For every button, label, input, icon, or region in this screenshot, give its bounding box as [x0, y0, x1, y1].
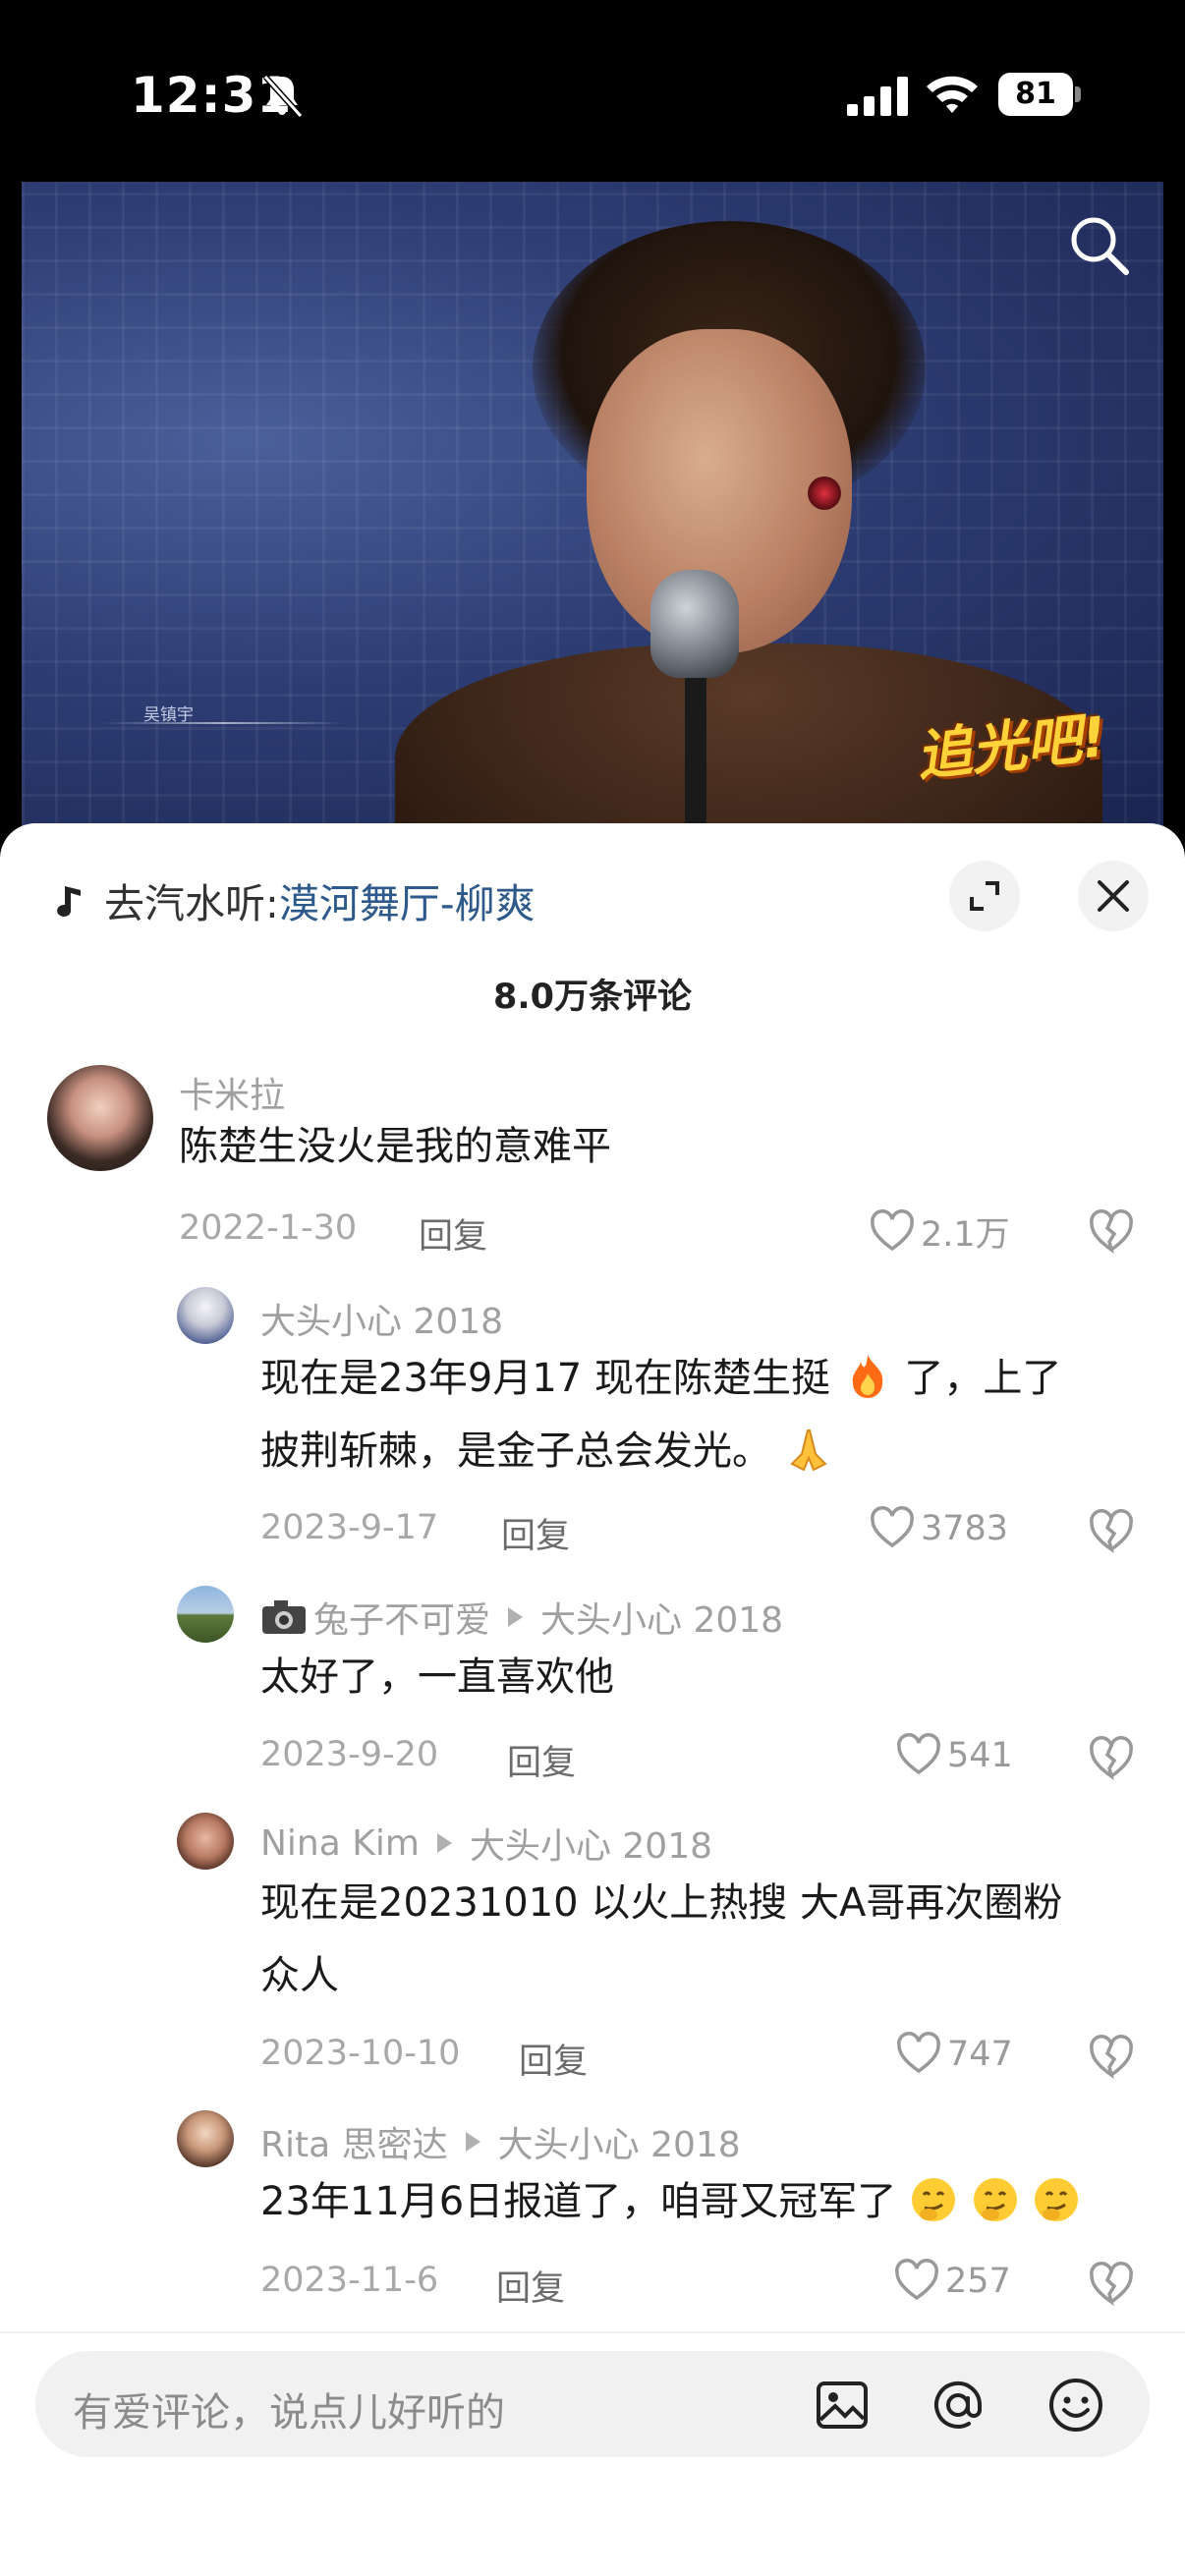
- video-player[interactable]: 吴镇宇 追光吧!: [22, 182, 1163, 830]
- comment-sheet: 去汽水听: 漠河舞厅-柳爽 8.0万条评论 卡米拉 陈楚生没火是我的意难平 20…: [0, 823, 1185, 2576]
- smirk-emoji-icon: [973, 2178, 1017, 2221]
- broken-heart-icon[interactable]: [1088, 2034, 1135, 2081]
- close-button[interactable]: [1078, 861, 1149, 931]
- like-button[interactable]: 747: [896, 2032, 1013, 2077]
- camera-emoji-icon: [262, 1600, 306, 1634]
- heart-icon: [871, 1208, 914, 1251]
- broken-heart-icon[interactable]: [1088, 2261, 1135, 2308]
- comment-date: 2023-9-20: [260, 1735, 439, 1774]
- battery-level: 81: [998, 73, 1073, 116]
- search-icon[interactable]: [1065, 211, 1134, 280]
- wifi-icon: [927, 76, 978, 113]
- avatar[interactable]: [47, 1065, 153, 1171]
- avatar[interactable]: [177, 2110, 234, 2167]
- comment-date: 2022-1-30: [179, 1208, 358, 1248]
- reply-button[interactable]: 回复: [519, 2034, 588, 2084]
- earphone: [808, 476, 841, 510]
- comment-date: 2023-11-6: [260, 2261, 439, 2300]
- mic-stand: [685, 673, 706, 830]
- heart-icon: [871, 1506, 914, 1548]
- like-button[interactable]: 3783: [870, 1506, 1008, 1551]
- comment-date: 2023-9-17: [260, 1508, 439, 1547]
- reply-button[interactable]: 回复: [419, 1208, 487, 1259]
- emoji-icon[interactable]: [1047, 2377, 1104, 2434]
- comment-text: 陈楚生没火是我的意难平: [179, 1124, 611, 1169]
- comment-input[interactable]: 有爱评论，说点儿好听的: [35, 2351, 1150, 2457]
- reply-button[interactable]: 回复: [501, 1508, 570, 1558]
- broken-heart-icon[interactable]: [1088, 1735, 1135, 1782]
- broken-heart-icon[interactable]: [1088, 1208, 1135, 1256]
- close-icon: [1098, 880, 1129, 912]
- bell-slash-icon: [262, 74, 304, 119]
- image-icon[interactable]: [814, 2377, 871, 2434]
- like-button[interactable]: 541: [896, 1733, 1013, 1778]
- comment-username[interactable]: 兔子不可爱 大头小心 2018: [260, 1592, 783, 1643]
- like-button[interactable]: 257: [894, 2259, 1011, 2304]
- avatar[interactable]: [177, 1287, 234, 1344]
- battery-icon: 81: [998, 73, 1081, 116]
- avatar[interactable]: [177, 1813, 234, 1870]
- comment-username[interactable]: Nina Kim 大头小心 2018: [260, 1818, 712, 1869]
- heart-icon: [897, 1733, 940, 1775]
- broken-heart-icon[interactable]: [1088, 1508, 1135, 1555]
- comment-text: 太好了，一直喜欢他: [260, 1654, 614, 1700]
- like-count: 3783: [921, 1509, 1009, 1548]
- music-song-title[interactable]: 漠河舞厅-柳爽: [279, 870, 536, 929]
- expand-icon: [970, 881, 999, 911]
- status-bar: 12:31 81: [0, 0, 1185, 182]
- like-count: 257: [945, 2262, 1011, 2301]
- comment-text: 现在是20231010 以火上热搜 大A哥再次圈粉 众人: [260, 1880, 1063, 1998]
- caption-line: [100, 722, 346, 724]
- like-count: 541: [947, 1736, 1013, 1775]
- comment-text: 现在是23年9月17 现在陈楚生挺 了，上了 披荆斩棘，是金子总会发光。: [260, 1342, 1061, 1487]
- smirk-emoji-icon: [911, 2178, 955, 2221]
- like-button[interactable]: 2.1万: [870, 1206, 1010, 1257]
- comment-username[interactable]: 大头小心 2018: [260, 1293, 503, 1344]
- heart-icon: [897, 2032, 940, 2074]
- music-link[interactable]: 去汽水听: 漠河舞厅-柳爽: [51, 870, 536, 929]
- comment-date: 2023-10-10: [260, 2034, 461, 2073]
- comment-username[interactable]: Rita 思密达 大头小心 2018: [260, 2116, 741, 2167]
- like-count: 2.1万: [921, 1215, 1010, 1255]
- microphone: [650, 570, 739, 678]
- input-divider: [0, 2331, 1185, 2333]
- heart-icon: [895, 2259, 938, 2301]
- music-note-icon: [57, 886, 81, 917]
- smirk-emoji-icon: [1035, 2178, 1079, 2221]
- pray-emoji-icon: [790, 1429, 827, 1472]
- reply-button[interactable]: 回复: [496, 2261, 565, 2311]
- expand-button[interactable]: [949, 861, 1020, 931]
- comment-text: 23年11月6日报道了，咱哥又冠军了: [260, 2165, 1081, 2238]
- comment-input-placeholder: 有爱评论，说点儿好听的: [73, 2390, 505, 2436]
- avatar[interactable]: [177, 1586, 234, 1643]
- comment-count: 8.0万条评论: [492, 978, 692, 1017]
- at-icon[interactable]: [930, 2377, 987, 2434]
- reply-button[interactable]: 回复: [507, 1735, 576, 1785]
- cellular-signal-icon: [847, 77, 908, 116]
- fire-emoji-icon: [852, 1355, 882, 1398]
- music-prefix: 去汽水听:: [104, 880, 279, 927]
- like-count: 747: [947, 2035, 1013, 2074]
